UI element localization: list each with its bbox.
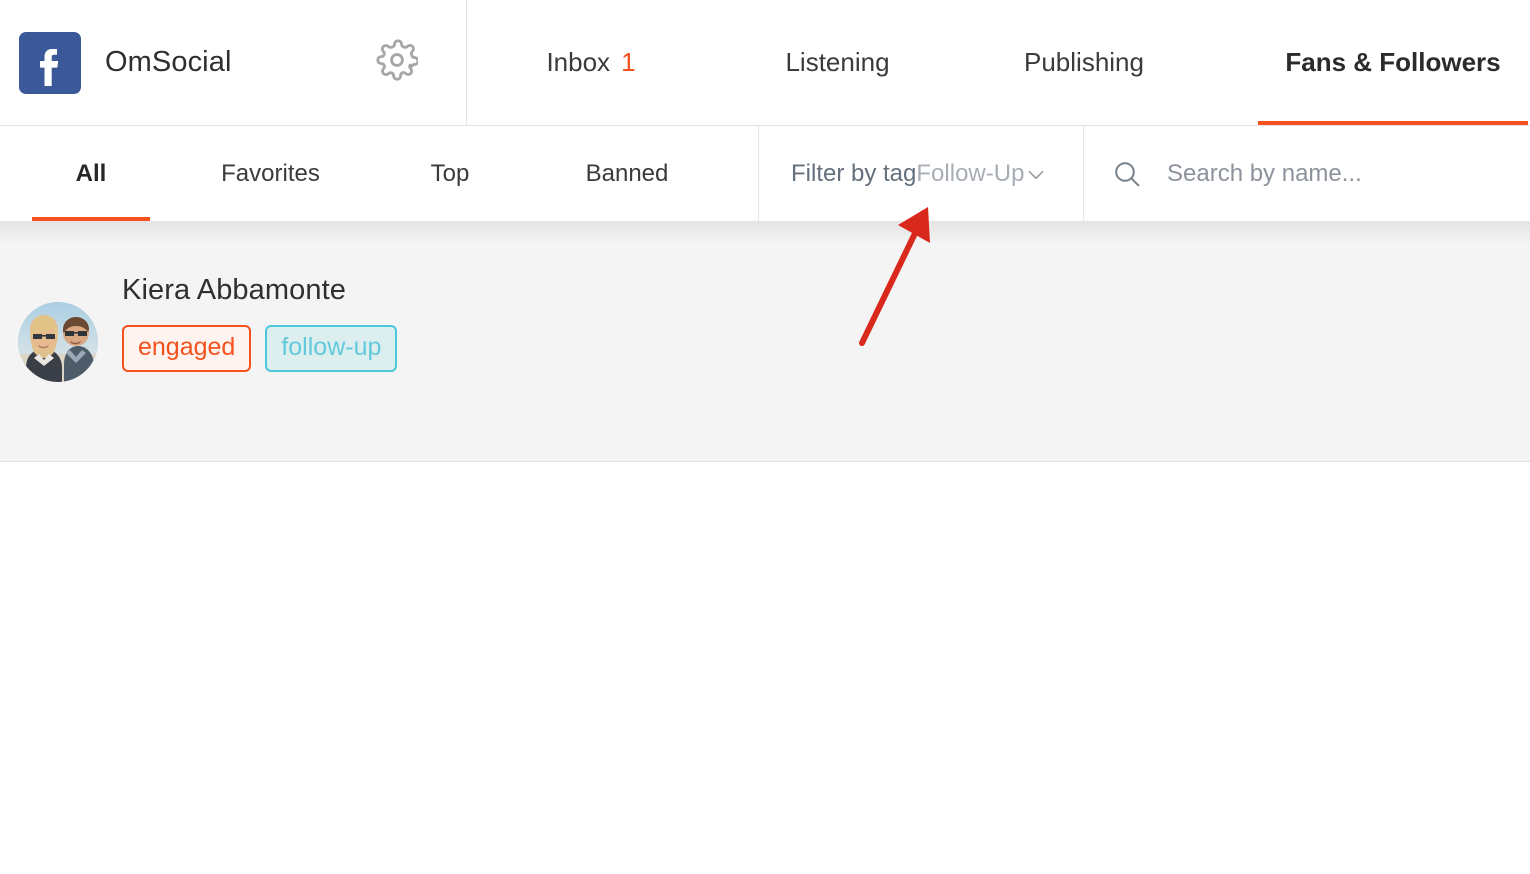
nav-tab-fans-followers-label: Fans & Followers [1285, 47, 1501, 77]
nav-tab-fans-followers[interactable]: Fans & Followers [1258, 0, 1528, 125]
brand-area: OmSocial [0, 0, 467, 125]
filter-by-tag-dropdown[interactable]: Filter by tag Follow-Up [759, 126, 1084, 221]
sub-tab-favorites[interactable]: Favorites [182, 126, 359, 221]
tag-engaged[interactable]: engaged [122, 325, 252, 372]
search-icon [1111, 158, 1143, 190]
sub-tab-top-label: Top [430, 159, 470, 187]
sub-navigation-bar: All Favorites Top Banned Filter by tag F… [0, 126, 1530, 222]
filter-by-tag-text: Filter by tag Follow-Up [791, 160, 1024, 188]
nav-tab-inbox-label: Inbox [546, 47, 611, 77]
avatar[interactable] [18, 302, 98, 382]
tag-follow-up[interactable]: follow-up [265, 325, 398, 372]
main-navigation: Inbox 1 Listening Publishing Fans & Foll… [467, 0, 1530, 125]
filter-by-tag-label: Filter by tag [791, 159, 917, 187]
nav-tab-publishing-label: Publishing [1024, 47, 1144, 77]
brand-name: OmSocial [105, 46, 232, 78]
nav-tab-publishing[interactable]: Publishing [960, 0, 1208, 125]
nav-tab-listening-label: Listening [785, 47, 890, 77]
facebook-logo[interactable] [19, 31, 81, 94]
settings-button[interactable] [374, 39, 419, 86]
list-item[interactable]: Kiera Abbamonte engaged follow-up [0, 222, 1530, 461]
sub-tab-all[interactable]: All [0, 126, 182, 221]
inbox-unread-badge: 1 [621, 47, 636, 77]
top-header: OmSocial Inbox 1 Listening Publishing Fa… [0, 0, 1530, 126]
person-info: Kiera Abbamonte engaged follow-up [122, 274, 398, 372]
search-area[interactable] [1085, 126, 1530, 221]
person-name: Kiera Abbamonte [122, 274, 346, 306]
search-input[interactable] [1165, 158, 1529, 189]
gear-icon [375, 39, 419, 86]
sub-tab-banned-label: Banned [585, 159, 669, 187]
person-tags: engaged follow-up [122, 325, 398, 372]
filter-tabs: All Favorites Top Banned [0, 126, 759, 221]
sub-tab-banned[interactable]: Banned [541, 126, 713, 221]
people-list: Kiera Abbamonte engaged follow-up [0, 222, 1530, 462]
nav-tab-inbox[interactable]: Inbox 1 [467, 0, 715, 125]
chevron-down-icon[interactable] [1023, 162, 1049, 193]
sub-tab-top[interactable]: Top [359, 126, 541, 221]
filter-by-tag-value: Follow-Up [916, 159, 1025, 187]
sub-tab-all-label: All [75, 159, 107, 187]
nav-tab-listening[interactable]: Listening [715, 0, 960, 125]
sub-tab-favorites-label: Favorites [221, 159, 320, 187]
